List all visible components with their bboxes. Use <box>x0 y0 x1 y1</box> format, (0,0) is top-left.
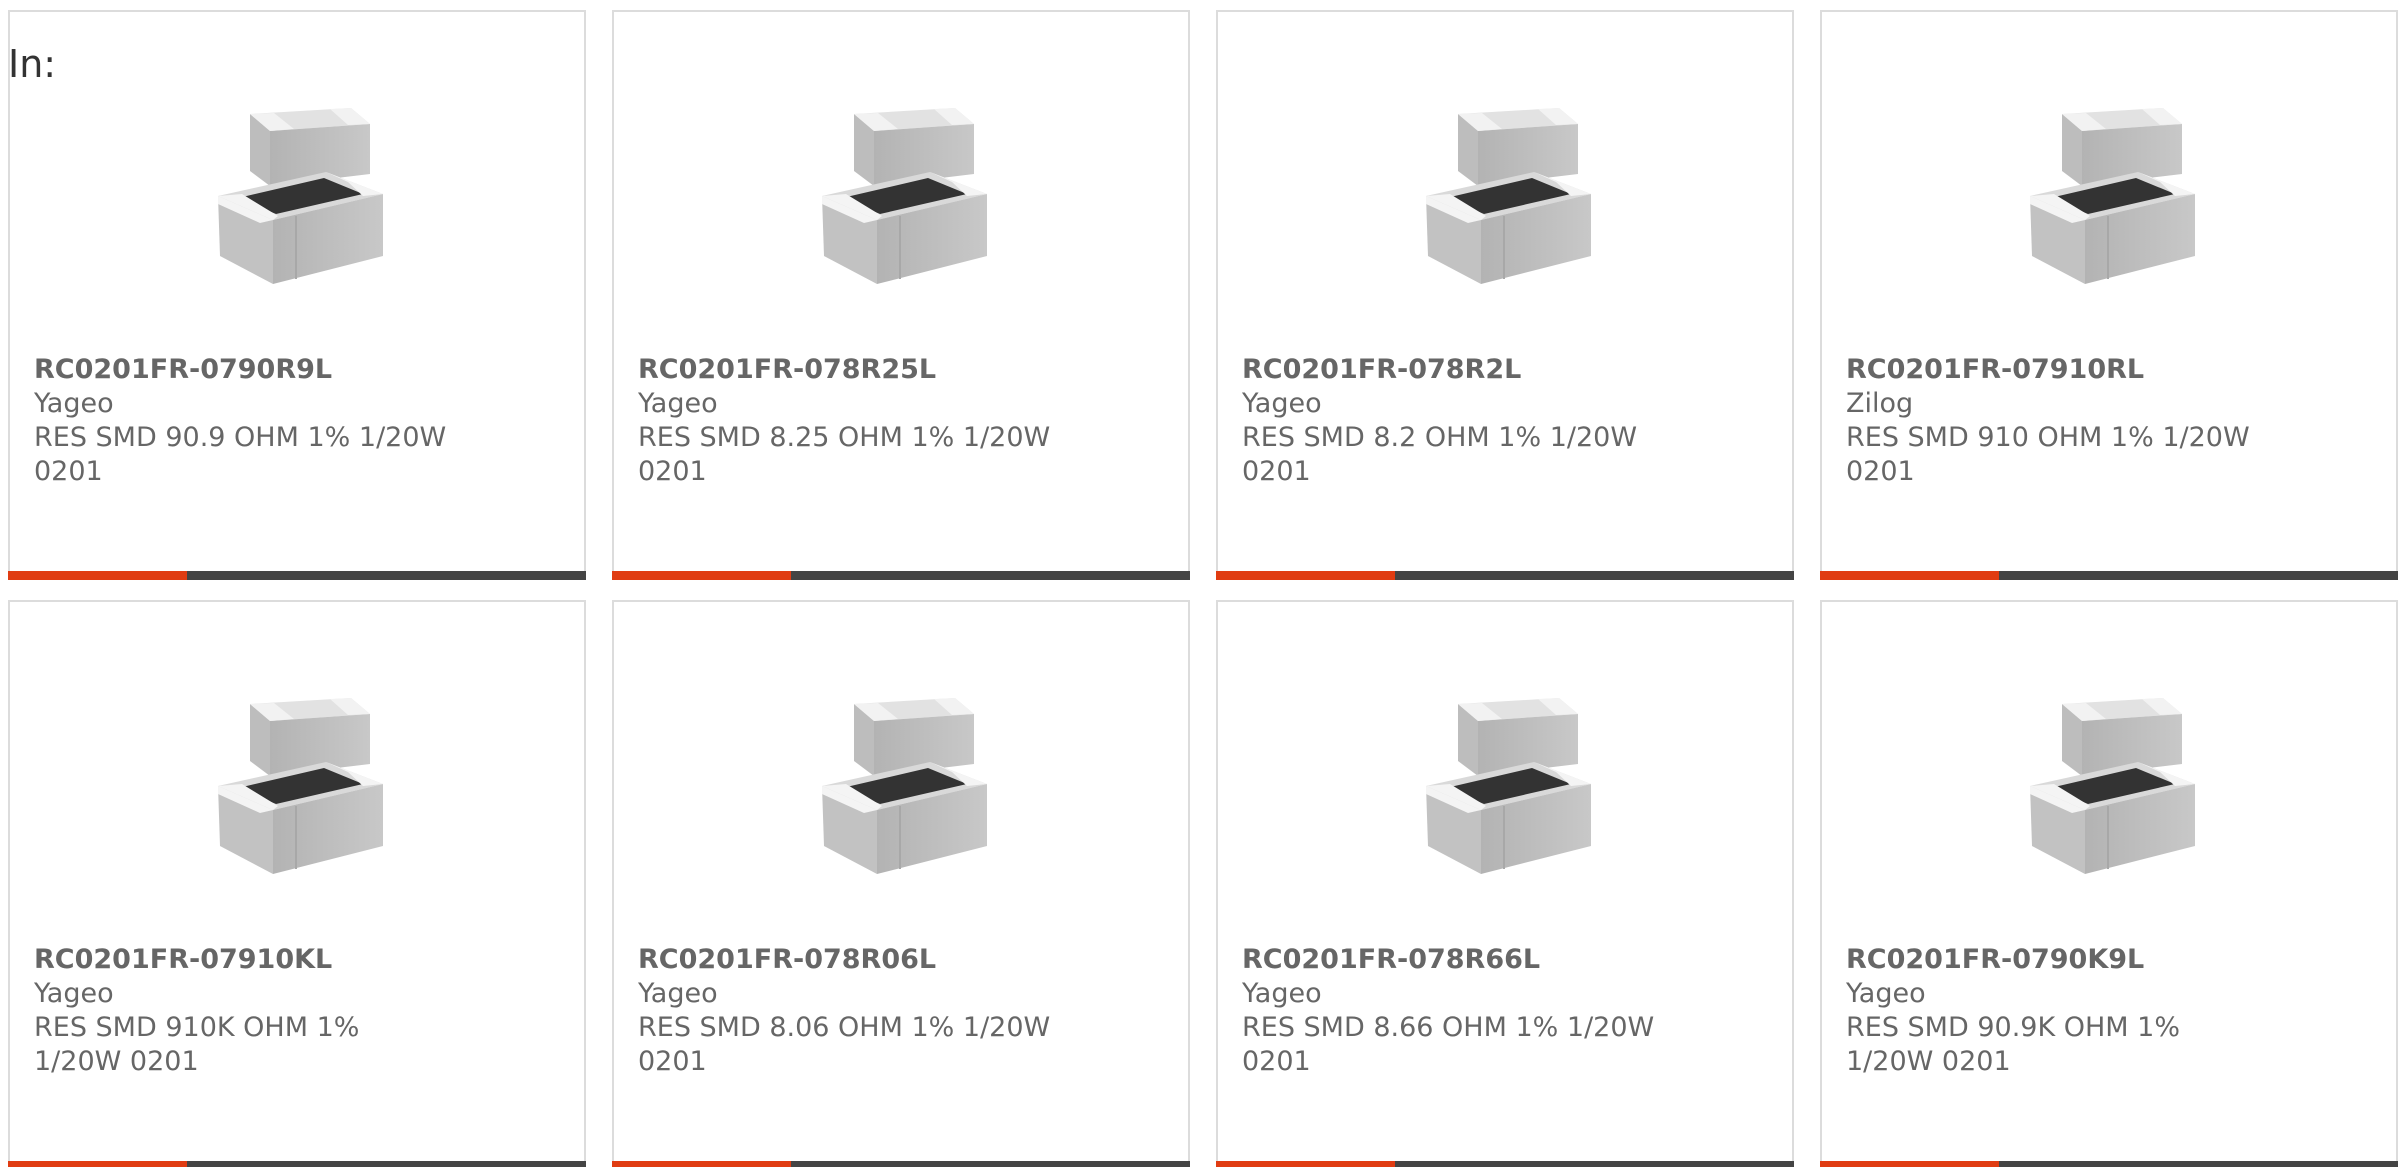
part-number: RC0201FR-078R06L <box>638 944 937 975</box>
product-description: RES SMD 8.66 OHM 1% 1/20W 0201 <box>1242 1012 1655 1077</box>
product-info: RC0201FR-0790R9L Yageo RES SMD 90.9 OHM … <box>34 353 564 489</box>
smd-resistor-icon <box>2010 676 2220 886</box>
product-description: RES SMD 8.25 OHM 1% 1/20W 0201 <box>638 422 1051 487</box>
progress-bar <box>8 571 586 580</box>
manufacturer: Yageo <box>34 388 114 419</box>
product-description: RES SMD 90.9K OHM 1% 1/20W 0201 <box>1846 1012 2181 1077</box>
manufacturer: Yageo <box>1846 978 1926 1009</box>
manufacturer: Yageo <box>34 978 114 1009</box>
progress-fill <box>1820 571 2000 580</box>
product-card[interactable]: RC0201FR-07910RL Zilog RES SMD 910 OHM 1… <box>1820 10 2398 580</box>
product-grid: RC0201FR-0790R9L Yageo RES SMD 90.9 OHM … <box>8 10 2398 1167</box>
manufacturer: Yageo <box>638 388 718 419</box>
product-card[interactable]: RC0201FR-078R06L Yageo RES SMD 8.06 OHM … <box>612 600 1190 1167</box>
product-card[interactable]: RC0201FR-078R25L Yageo RES SMD 8.25 OHM … <box>612 10 1190 580</box>
part-number: RC0201FR-07910KL <box>34 944 333 975</box>
smd-resistor-icon <box>802 86 1012 296</box>
part-number: RC0201FR-078R66L <box>1242 944 1541 975</box>
smd-resistor-icon <box>1406 676 1616 886</box>
progress-bar <box>612 1161 1190 1167</box>
product-info: RC0201FR-07910RL Zilog RES SMD 910 OHM 1… <box>1846 353 2376 489</box>
filter-in-label: In: <box>8 42 57 86</box>
smd-resistor-icon <box>198 676 408 886</box>
manufacturer: Yageo <box>1242 978 1322 1009</box>
part-number: RC0201FR-07910RL <box>1846 354 2145 385</box>
smd-resistor-icon <box>198 86 408 296</box>
progress-bar <box>1216 571 1794 580</box>
progress-fill <box>612 1161 792 1167</box>
product-description: RES SMD 90.9 OHM 1% 1/20W 0201 <box>34 422 447 487</box>
product-card[interactable]: RC0201FR-078R2L Yageo RES SMD 8.2 OHM 1%… <box>1216 10 1794 580</box>
part-number: RC0201FR-0790K9L <box>1846 944 2145 975</box>
part-number: RC0201FR-078R25L <box>638 354 937 385</box>
progress-bar <box>8 1161 586 1167</box>
progress-bar <box>1820 571 2398 580</box>
product-card[interactable]: RC0201FR-078R66L Yageo RES SMD 8.66 OHM … <box>1216 600 1794 1167</box>
progress-bar <box>1820 1161 2398 1167</box>
progress-bar <box>612 571 1190 580</box>
smd-resistor-icon <box>802 676 1012 886</box>
product-info: RC0201FR-078R25L Yageo RES SMD 8.25 OHM … <box>638 353 1168 489</box>
manufacturer: Yageo <box>638 978 718 1009</box>
product-info: RC0201FR-07910KL Yageo RES SMD 910K OHM … <box>34 943 564 1079</box>
smd-resistor-icon <box>2010 86 2220 296</box>
product-grid-page: In: RC0201FR-0790R9L Yageo RES SMD 90.9 … <box>0 0 2400 1167</box>
part-number: RC0201FR-078R2L <box>1242 354 1522 385</box>
product-card[interactable]: RC0201FR-07910KL Yageo RES SMD 910K OHM … <box>8 600 586 1167</box>
product-info: RC0201FR-078R66L Yageo RES SMD 8.66 OHM … <box>1242 943 1772 1079</box>
part-number: RC0201FR-0790R9L <box>34 354 333 385</box>
product-card[interactable]: RC0201FR-0790K9L Yageo RES SMD 90.9K OHM… <box>1820 600 2398 1167</box>
product-info: RC0201FR-0790K9L Yageo RES SMD 90.9K OHM… <box>1846 943 2376 1079</box>
progress-fill <box>612 571 792 580</box>
smd-resistor-icon <box>1406 86 1616 296</box>
progress-fill <box>8 571 188 580</box>
product-card[interactable]: RC0201FR-0790R9L Yageo RES SMD 90.9 OHM … <box>8 10 586 580</box>
progress-fill <box>1216 1161 1396 1167</box>
product-description: RES SMD 910 OHM 1% 1/20W 0201 <box>1846 422 2250 487</box>
product-info: RC0201FR-078R06L Yageo RES SMD 8.06 OHM … <box>638 943 1168 1079</box>
progress-fill <box>8 1161 188 1167</box>
progress-bar <box>1216 1161 1794 1167</box>
product-info: RC0201FR-078R2L Yageo RES SMD 8.2 OHM 1%… <box>1242 353 1772 489</box>
product-description: RES SMD 8.06 OHM 1% 1/20W 0201 <box>638 1012 1051 1077</box>
product-description: RES SMD 910K OHM 1% 1/20W 0201 <box>34 1012 360 1077</box>
manufacturer: Zilog <box>1846 388 1914 419</box>
manufacturer: Yageo <box>1242 388 1322 419</box>
progress-fill <box>1216 571 1396 580</box>
progress-fill <box>1820 1161 2000 1167</box>
product-description: RES SMD 8.2 OHM 1% 1/20W 0201 <box>1242 422 1638 487</box>
